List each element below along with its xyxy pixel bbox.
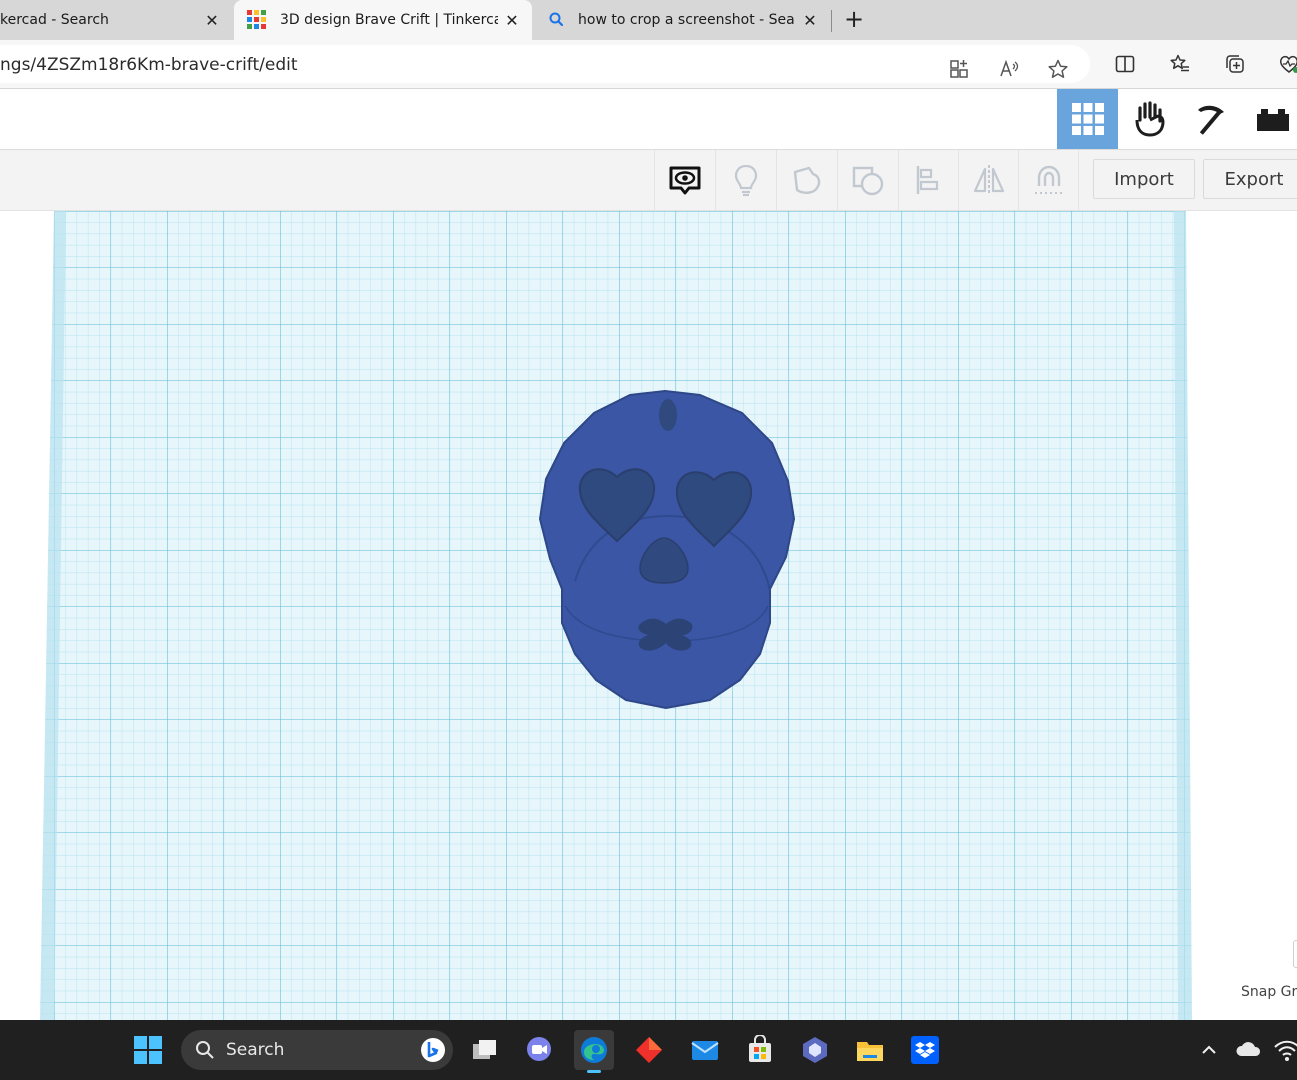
ungroup-icon[interactable] bbox=[837, 150, 898, 210]
tinkercad-favicon-icon bbox=[247, 10, 267, 30]
toolbar-divider bbox=[1078, 150, 1079, 210]
edge-icon[interactable] bbox=[574, 1030, 614, 1073]
close-icon[interactable]: ✕ bbox=[202, 10, 222, 30]
search-icon bbox=[195, 1040, 215, 1060]
onedrive-cloud-icon[interactable] bbox=[1230, 1030, 1268, 1070]
browser-essentials-icon[interactable] bbox=[1275, 50, 1297, 78]
pickaxe-icon[interactable] bbox=[1180, 89, 1241, 149]
snap-grid-dropdown[interactable] bbox=[1293, 940, 1297, 968]
tab-title: 3D design Brave Crift | Tinkercad bbox=[280, 12, 498, 28]
taskbar-search-box[interactable]: Search bbox=[181, 1030, 453, 1070]
import-button[interactable]: Import bbox=[1093, 159, 1195, 199]
address-bar[interactable]: ngs/4ZSZm18r6Km-brave-crift/edit bbox=[0, 45, 1090, 83]
design-toolbar: Import Export bbox=[0, 150, 1297, 211]
dropbox-icon[interactable] bbox=[905, 1030, 945, 1070]
new-tab-button[interactable]: + bbox=[840, 6, 868, 34]
workplane[interactable] bbox=[0, 211, 1297, 1020]
blocks-hand-icon[interactable] bbox=[1119, 89, 1180, 149]
split-screen-icon[interactable] bbox=[1111, 50, 1139, 78]
close-icon[interactable]: ✕ bbox=[800, 10, 820, 30]
tab-tinkercad[interactable]: 3D design Brave Crift | Tinkercad ✕ bbox=[234, 0, 532, 40]
windows-taskbar: Search bbox=[0, 1020, 1297, 1080]
task-view-icon[interactable] bbox=[465, 1030, 505, 1070]
collections-icon[interactable] bbox=[1221, 50, 1249, 78]
tinkercad-header bbox=[0, 89, 1297, 150]
windows-start-icon[interactable] bbox=[128, 1030, 168, 1070]
mail-icon[interactable] bbox=[685, 1030, 725, 1070]
app-available-icon[interactable] bbox=[945, 55, 973, 83]
3d-design-grid-icon[interactable] bbox=[1057, 89, 1118, 149]
copilot-icon[interactable] bbox=[795, 1030, 835, 1070]
store-icon[interactable] bbox=[740, 1030, 780, 1070]
office-diamond-icon[interactable] bbox=[629, 1030, 669, 1070]
browser-toolbar: ngs/4ZSZm18r6Km-brave-crift/edit bbox=[0, 40, 1297, 89]
snap-grid-label: Snap Gr bbox=[1241, 984, 1297, 1000]
teams-chat-icon[interactable] bbox=[519, 1030, 559, 1070]
bricks-icon[interactable] bbox=[1242, 89, 1297, 149]
bulb-icon[interactable] bbox=[715, 150, 776, 210]
align-icon[interactable] bbox=[898, 150, 959, 210]
search-favicon-icon bbox=[548, 11, 566, 29]
url-text: ngs/4ZSZm18r6Km-brave-crift/edit bbox=[0, 55, 298, 75]
tab-search-crop[interactable]: how to crop a screenshot - Searc ✕ bbox=[536, 0, 830, 40]
chevron-up-icon[interactable] bbox=[1190, 1030, 1228, 1070]
workplane-viewport[interactable] bbox=[0, 211, 1297, 1020]
tab-search[interactable]: kercad - Search ✕ bbox=[0, 0, 232, 40]
favorite-star-icon[interactable] bbox=[1044, 55, 1072, 83]
tab-title: how to crop a screenshot - Searc bbox=[578, 12, 796, 28]
show-hide-note-icon[interactable] bbox=[654, 150, 715, 210]
export-button[interactable]: Export bbox=[1203, 159, 1297, 199]
tab-title: kercad - Search bbox=[0, 12, 109, 28]
read-aloud-icon[interactable] bbox=[995, 55, 1023, 83]
browser-tab-strip: kercad - Search ✕ 3D design Brave Crift … bbox=[0, 0, 1297, 40]
group-icon[interactable] bbox=[776, 150, 837, 210]
cruise-magnet-icon[interactable] bbox=[1018, 150, 1079, 210]
favorites-icon[interactable] bbox=[1166, 50, 1194, 78]
tab-separator bbox=[831, 10, 832, 32]
taskbar-search-label: Search bbox=[226, 1040, 285, 1060]
wifi-icon[interactable] bbox=[1270, 1030, 1297, 1070]
file-explorer-icon[interactable] bbox=[850, 1030, 890, 1070]
forehead-gem bbox=[659, 399, 677, 431]
bing-icon[interactable] bbox=[419, 1036, 447, 1064]
mirror-icon[interactable] bbox=[958, 150, 1019, 210]
close-icon[interactable]: ✕ bbox=[502, 10, 522, 30]
